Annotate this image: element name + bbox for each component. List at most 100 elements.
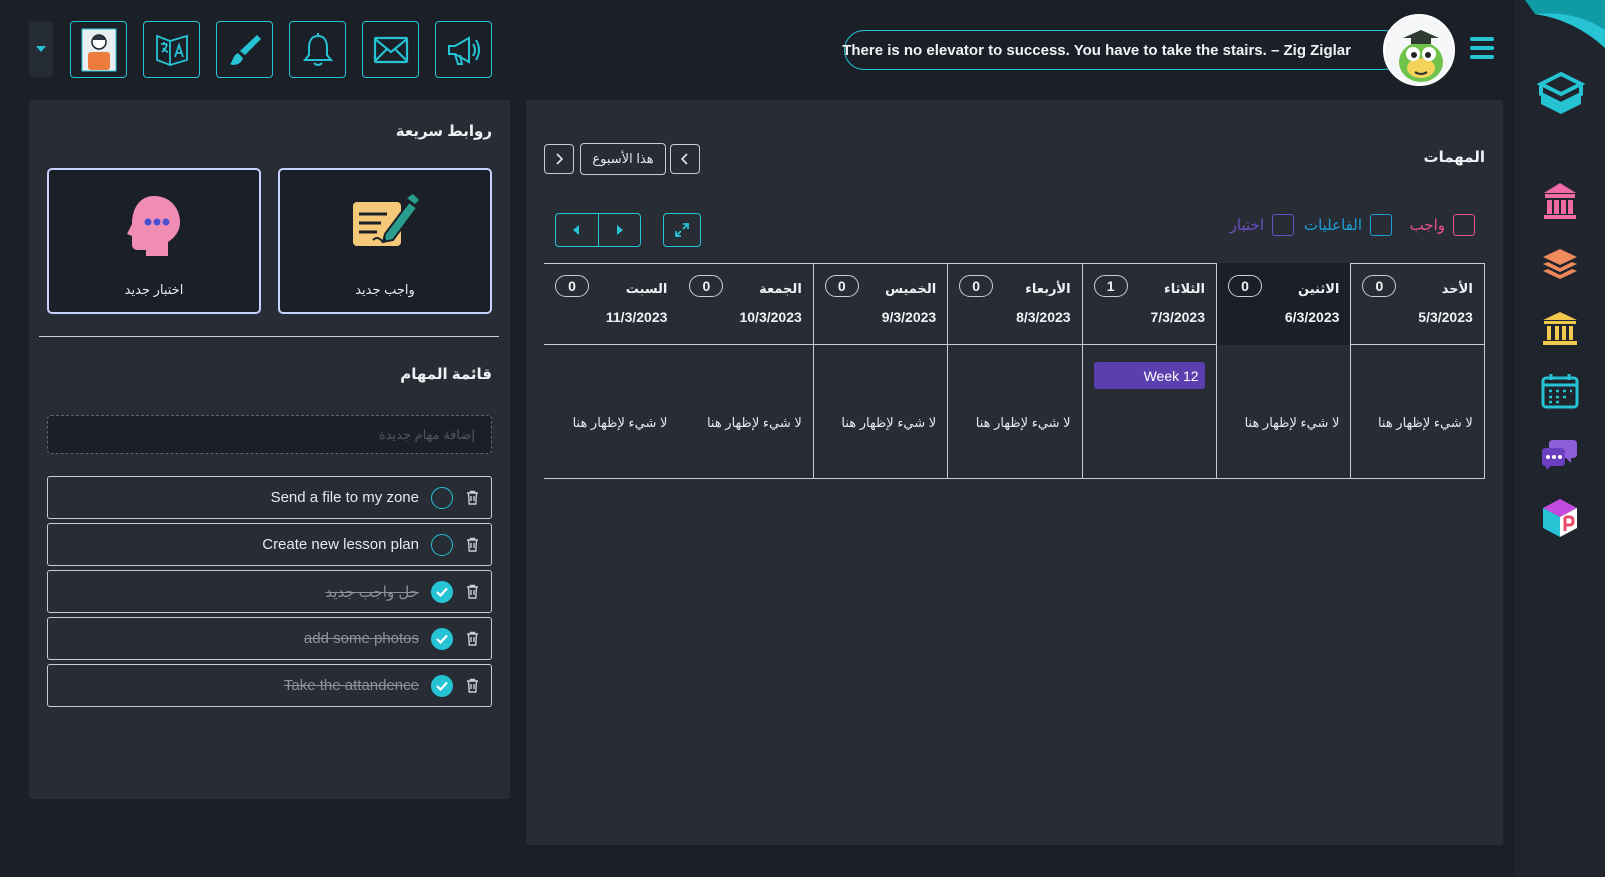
legend-quiz[interactable]: اختبار xyxy=(1230,214,1294,236)
avatar[interactable] xyxy=(1383,14,1455,86)
day-column-monday[interactable]: 0 الاثنين 6/3/2023 لا شيء لإظهار هنا xyxy=(1216,263,1351,479)
todo-checkbox[interactable] xyxy=(431,533,453,556)
quick-links-panel: روابط سريعة واجب جديد اختبار جديد قائمة … xyxy=(29,100,510,799)
todo-checkbox-checked[interactable] xyxy=(431,580,453,603)
todo-item[interactable]: Create new lesson plan xyxy=(47,523,492,566)
mail-icon xyxy=(373,36,408,63)
todo-item-completed[interactable]: add some photos xyxy=(47,617,492,660)
notifications-button[interactable] xyxy=(289,21,346,78)
legend-events-label: الفاعليات xyxy=(1303,217,1362,234)
day-column-tuesday[interactable]: 1 الثلاثاء 7/3/2023 Week 12 xyxy=(1081,263,1216,479)
day-header: 0 الجمعة 10/3/2023 xyxy=(678,263,812,345)
rail-item-app[interactable] xyxy=(1537,495,1583,541)
todo-list-title: قائمة المهام xyxy=(400,366,492,383)
translate-button[interactable] xyxy=(143,21,200,78)
day-name: الاثنين xyxy=(1298,281,1340,296)
day-column-saturday[interactable]: 0 السبت 11/3/2023 لا شيء لإظهار هنا xyxy=(544,263,678,479)
legend-events-checkbox[interactable] xyxy=(1370,214,1392,236)
empty-day-text: لا شيء لإظهار هنا xyxy=(841,415,937,430)
todo-checkbox-checked[interactable] xyxy=(431,674,453,697)
calendar-next-button[interactable] xyxy=(599,214,641,246)
announcements-button[interactable] xyxy=(435,21,492,78)
day-header: 0 الأربعاء 8/3/2023 xyxy=(948,263,1081,345)
todo-checkbox-checked[interactable] xyxy=(431,627,453,650)
dragon-mascot-icon xyxy=(1399,30,1443,82)
rail-item-courses[interactable] xyxy=(1537,241,1583,287)
day-name: السبت xyxy=(625,281,668,296)
legend-quiz-checkbox[interactable] xyxy=(1272,214,1294,236)
trash-icon[interactable] xyxy=(465,537,479,553)
day-column-wednesday[interactable]: 0 الأربعاء 8/3/2023 لا شيء لإظهار هنا xyxy=(947,263,1081,479)
check-icon xyxy=(436,587,448,597)
day-header: 1 الثلاثاء 7/3/2023 xyxy=(1083,263,1216,345)
day-header: 0 الاثنين 6/3/2023 xyxy=(1217,263,1351,345)
thinking-head-icon xyxy=(127,196,180,256)
expand-button[interactable] xyxy=(663,213,701,247)
menu-toggle[interactable] xyxy=(1470,37,1494,59)
motivational-quote: There is no elevator to success. You hav… xyxy=(842,30,1404,70)
rail-item-school[interactable] xyxy=(1537,177,1583,223)
trash-icon[interactable] xyxy=(465,631,479,647)
translate-icon xyxy=(155,34,188,66)
prev-week-button[interactable] xyxy=(544,144,574,174)
trash-icon[interactable] xyxy=(465,584,479,600)
new-quiz-card[interactable]: اختبار جديد xyxy=(47,168,261,314)
app-icon xyxy=(1543,499,1577,537)
todo-item-text: حل واجب جديد xyxy=(325,583,419,601)
profile-dropdown-toggle[interactable] xyxy=(29,21,53,77)
legend-assignment-checkbox[interactable] xyxy=(1453,214,1475,236)
school-icon xyxy=(1544,183,1576,219)
rail-logo[interactable] xyxy=(1535,66,1587,118)
new-assignment-label: واجب جديد xyxy=(355,282,415,297)
todo-checkbox[interactable] xyxy=(431,486,453,509)
day-header: 0 الخميس 9/3/2023 xyxy=(814,263,947,345)
layers-icon xyxy=(1543,249,1577,279)
legend-assignment-label: واجب xyxy=(1409,217,1445,234)
todo-item-completed[interactable]: Take the attandence xyxy=(47,664,492,707)
day-name: الأحد xyxy=(1441,281,1473,296)
legend-events[interactable]: الفاعليات xyxy=(1304,214,1392,236)
day-date: 5/3/2023 xyxy=(1418,309,1473,325)
messages-button[interactable] xyxy=(362,21,419,78)
day-header: 0 السبت 11/3/2023 xyxy=(544,263,678,345)
expand-icon xyxy=(675,223,689,237)
menu-bar xyxy=(1470,55,1494,59)
day-date: 6/3/2023 xyxy=(1284,309,1340,325)
next-week-button[interactable] xyxy=(670,144,700,174)
week-calendar: 0 السبت 11/3/2023 لا شيء لإظهار هنا 0 ال… xyxy=(544,263,1485,479)
new-task-input[interactable] xyxy=(47,415,492,454)
day-header: 0 الأحد 5/3/2023 xyxy=(1351,263,1483,345)
todo-item-completed[interactable]: حل واجب جديد xyxy=(47,570,492,613)
chevron-right-icon xyxy=(556,153,563,165)
empty-day-text: لا شيء لإظهار هنا xyxy=(572,415,668,430)
trash-icon[interactable] xyxy=(465,490,479,506)
theme-brush-button[interactable] xyxy=(216,21,273,78)
day-column-sunday[interactable]: 0 الأحد 5/3/2023 لا شيء لإظهار هنا xyxy=(1350,263,1485,479)
todo-item[interactable]: Send a file to my zone xyxy=(47,476,492,519)
day-column-friday[interactable]: 0 الجمعة 10/3/2023 لا شيء لإظهار هنا xyxy=(678,263,812,479)
new-assignment-card[interactable]: واجب جديد xyxy=(278,168,492,314)
tasks-title: المهمات xyxy=(1423,149,1486,166)
side-rail xyxy=(1515,0,1605,877)
rail-item-calendar[interactable] xyxy=(1537,368,1583,414)
tasks-panel: المهمات هذا الأسبوع واجب الفاعليات اختبا… xyxy=(526,100,1503,845)
calendar-prev-button[interactable] xyxy=(556,214,599,246)
day-count-badge: 0 xyxy=(824,275,859,297)
legend-assignment[interactable]: واجب xyxy=(1410,214,1475,236)
check-icon xyxy=(436,681,448,691)
divider xyxy=(39,336,499,337)
calendar-nav-group xyxy=(555,213,641,247)
day-column-thursday[interactable]: 0 الخميس 9/3/2023 لا شيء لإظهار هنا xyxy=(812,263,947,479)
assignment-pen-icon xyxy=(353,194,419,246)
day-date: 8/3/2023 xyxy=(1016,309,1071,325)
legend-quiz-label: اختبار xyxy=(1229,217,1264,234)
chat-icon xyxy=(1542,440,1577,470)
trash-icon[interactable] xyxy=(465,678,479,694)
rail-item-institution[interactable] xyxy=(1537,305,1583,351)
day-date: 11/3/2023 xyxy=(605,309,668,325)
rail-item-chat[interactable] xyxy=(1537,431,1583,477)
institution-icon xyxy=(1543,312,1577,345)
calendar-event[interactable]: Week 12 xyxy=(1093,362,1205,389)
this-week-button[interactable]: هذا الأسبوع xyxy=(580,143,666,175)
student-profile-button[interactable] xyxy=(70,21,127,78)
